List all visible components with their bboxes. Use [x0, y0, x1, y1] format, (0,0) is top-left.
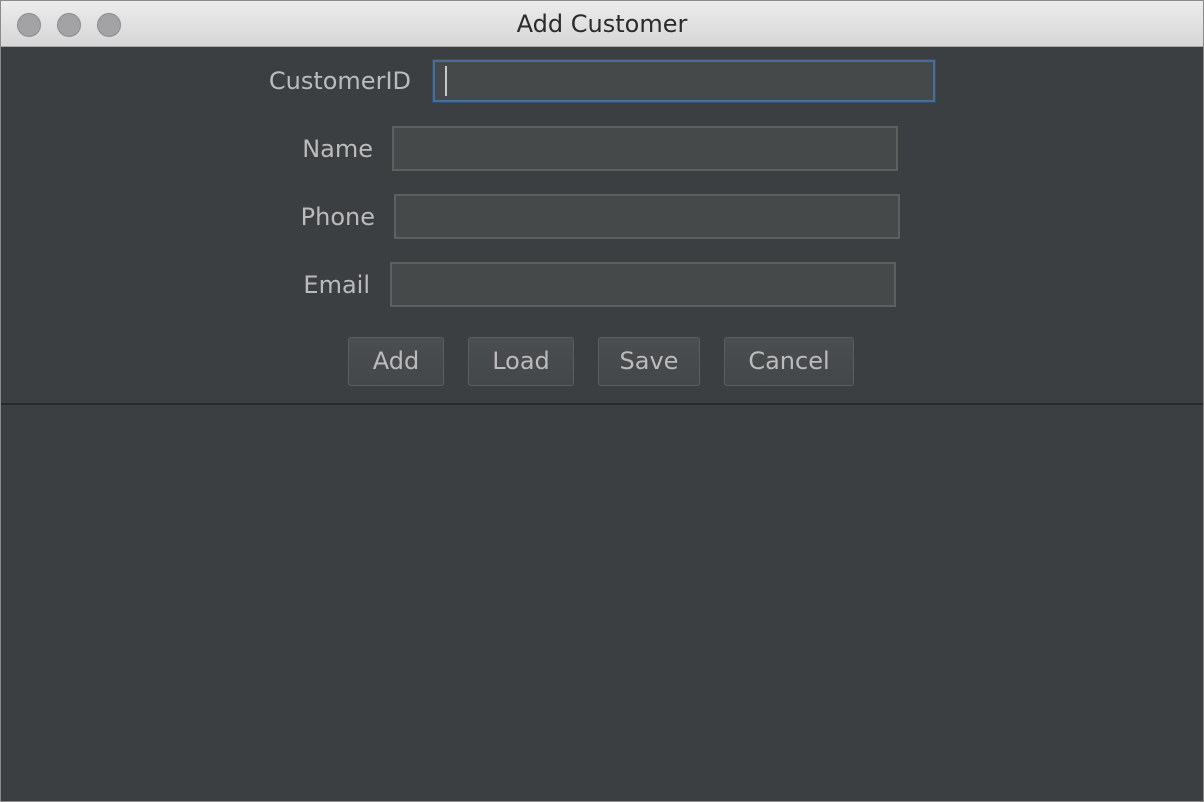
name-input[interactable] [392, 126, 898, 171]
add-customer-window: Add Customer CustomerID Name Phone Email… [0, 0, 1204, 802]
email-label: Email [303, 271, 370, 299]
save-button[interactable]: Save [598, 337, 700, 386]
customer-form-panel: CustomerID Name Phone Email Add Load Sav… [1, 47, 1203, 405]
email-input[interactable] [390, 262, 896, 307]
add-button[interactable]: Add [348, 337, 444, 386]
text-cursor [445, 66, 447, 96]
window-title: Add Customer [516, 10, 688, 38]
cancel-button[interactable]: Cancel [724, 337, 854, 386]
customer-id-label: CustomerID [268, 67, 411, 95]
phone-label: Phone [300, 203, 375, 231]
name-label: Name [302, 135, 373, 163]
load-button[interactable]: Load [468, 337, 574, 386]
title-bar: Add Customer [1, 1, 1203, 47]
customer-id-input[interactable] [433, 60, 935, 102]
phone-input[interactable] [394, 194, 900, 239]
content-area [1, 405, 1203, 801]
